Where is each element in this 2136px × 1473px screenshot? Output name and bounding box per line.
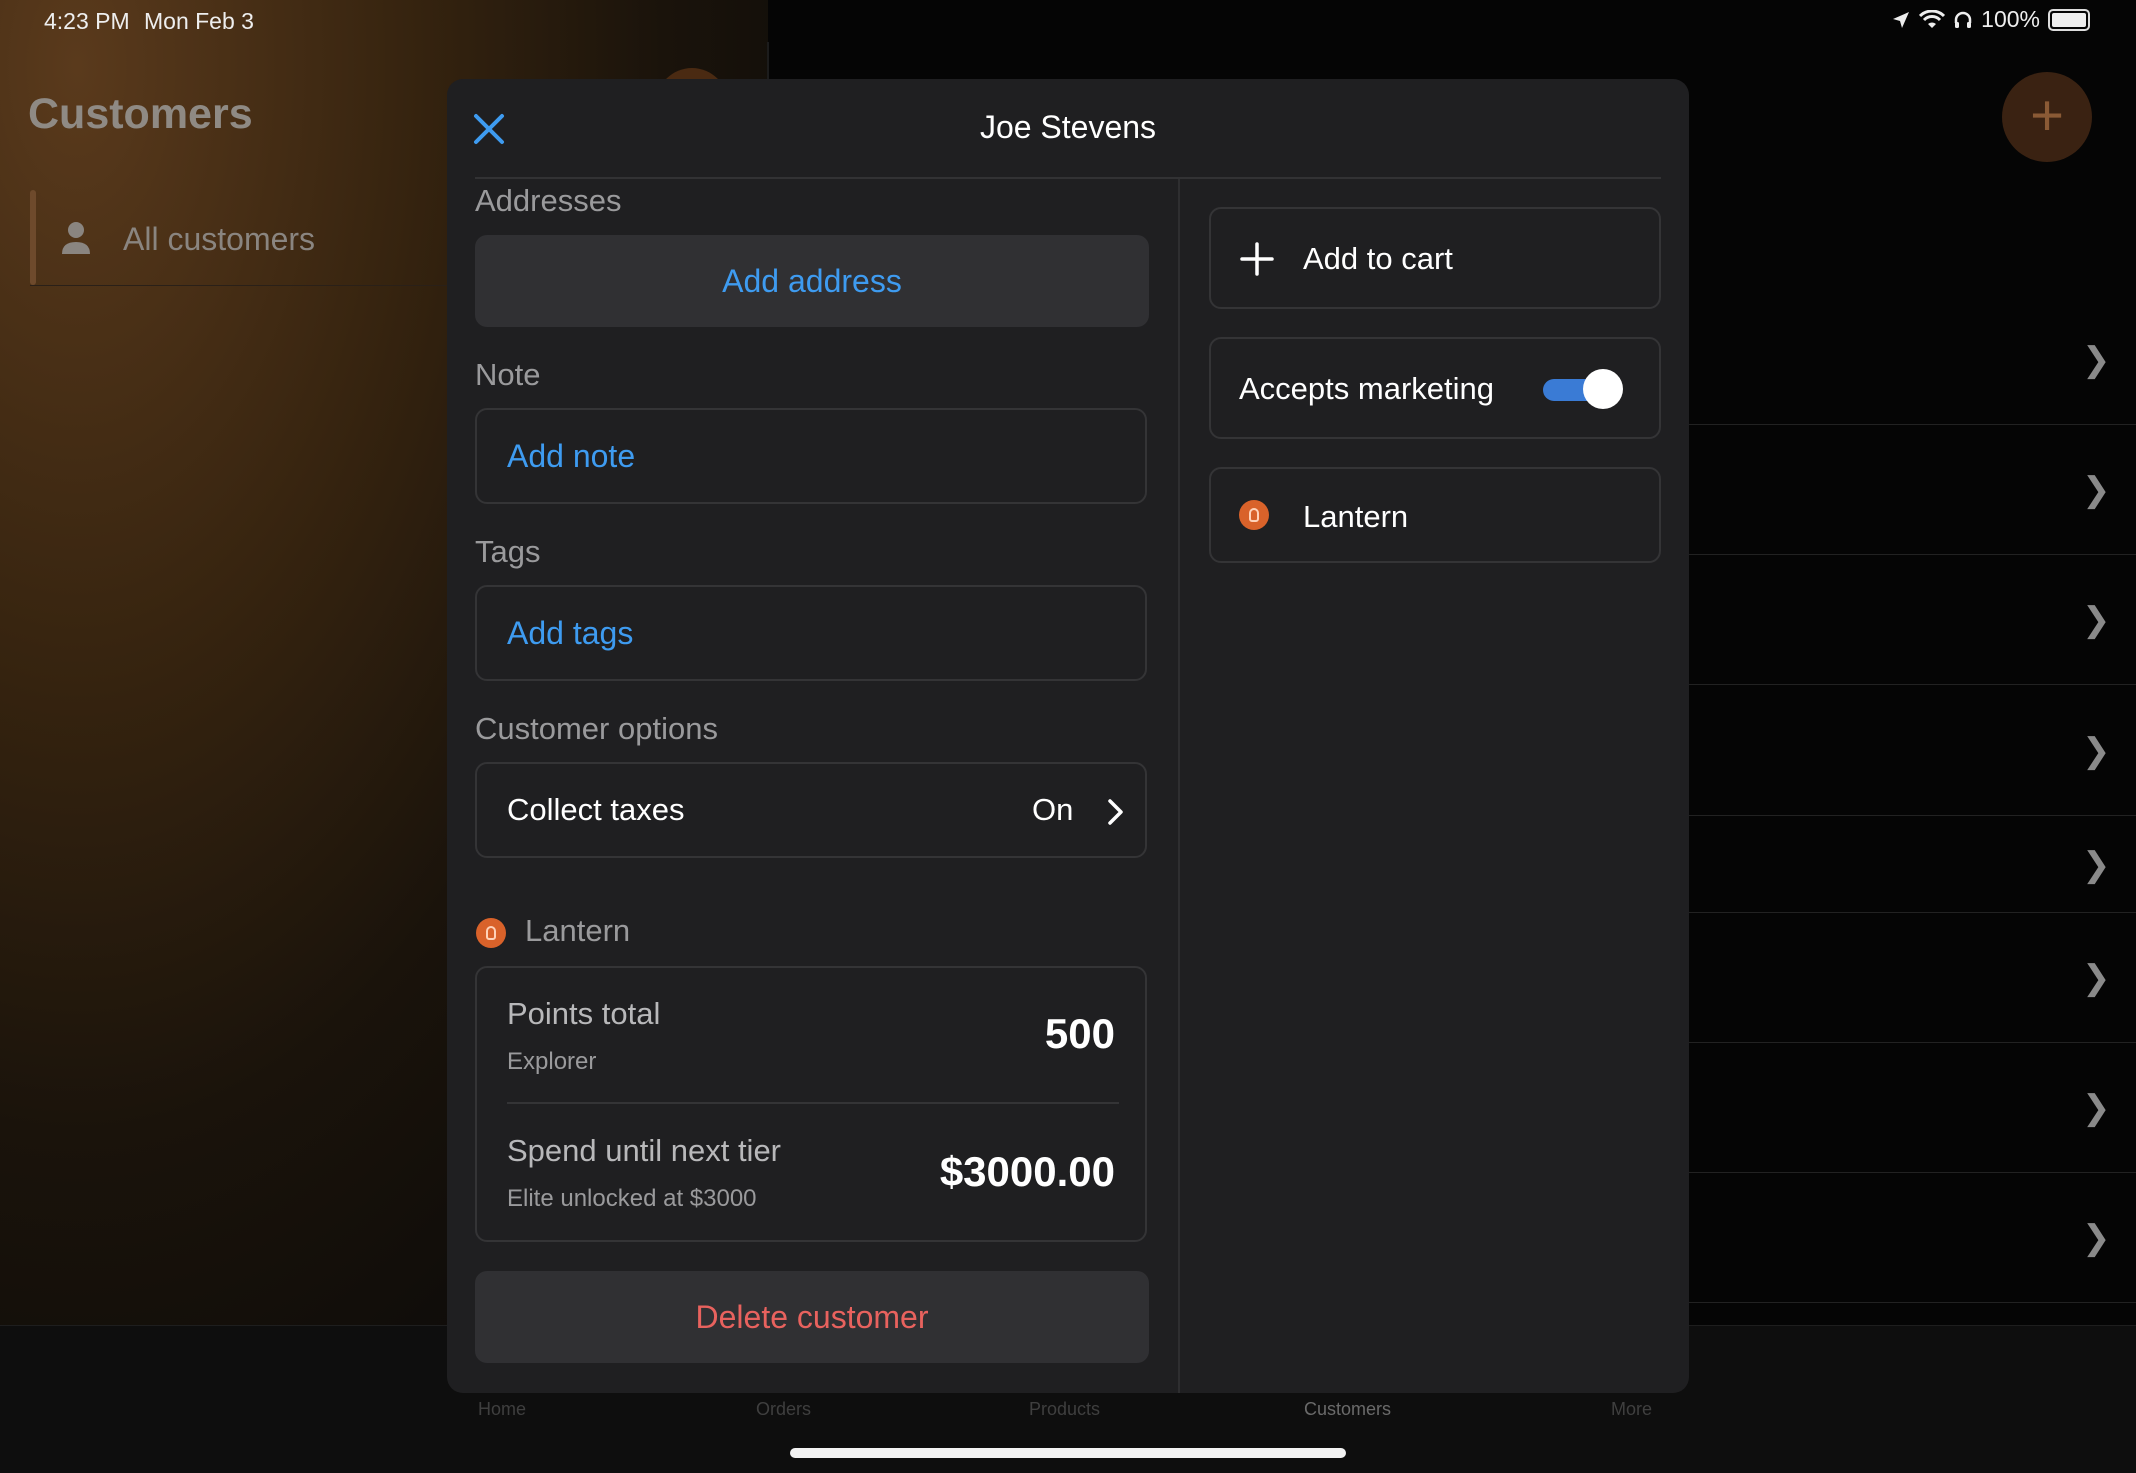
status-icons: 100% — [1891, 6, 2090, 33]
add-note-link[interactable]: Add note — [507, 438, 635, 475]
delete-customer-button[interactable]: Delete customer — [475, 1271, 1149, 1363]
add-tags-link[interactable]: Add tags — [507, 615, 633, 652]
collect-taxes-label: Collect taxes — [507, 792, 685, 827]
chevron-right-icon[interactable]: ❯ — [2082, 731, 2111, 771]
status-date: Mon Feb 3 — [144, 8, 254, 34]
customer-detail-modal: Joe Stevens Addresses Add address Note A… — [447, 79, 1689, 1393]
column-divider — [1178, 179, 1180, 1393]
next-tier-value: $3000.00 — [939, 1148, 1115, 1195]
header-divider — [475, 177, 1661, 179]
accepts-marketing-label: Accepts marketing — [1239, 371, 1494, 406]
row-divider — [1688, 684, 2136, 685]
lantern-app-label: Lantern — [1303, 499, 1409, 534]
sidebar-item-label: All customers — [123, 221, 316, 257]
tab-products[interactable]: Products — [1029, 1399, 1100, 1420]
headphones-icon — [1954, 11, 1972, 28]
chevron-right-icon[interactable]: ❯ — [2082, 958, 2111, 998]
chevron-right-icon — [1108, 799, 1123, 825]
battery-icon — [2048, 8, 2090, 31]
accepts-marketing-toggle[interactable] — [1543, 369, 1625, 409]
sidebar-item-all-customers[interactable]: All customers — [30, 190, 450, 285]
tab-home[interactable]: Home — [478, 1399, 526, 1420]
customer-options-label: Customer options — [475, 711, 718, 746]
chevron-right-icon[interactable]: ❯ — [2082, 600, 2111, 640]
wifi-icon — [1919, 9, 1946, 28]
add-to-cart-label: Add to cart — [1303, 241, 1453, 276]
add-to-cart-button[interactable]: Add to cart — [1209, 207, 1661, 309]
add-address-button[interactable]: Add address — [475, 235, 1149, 327]
points-total-value: 500 — [1044, 1010, 1115, 1057]
location-icon — [1893, 11, 1910, 28]
modal-title: Joe Stevens — [979, 109, 1157, 145]
selection-indicator — [30, 190, 36, 285]
next-tier-label: Spend until next tier — [507, 1133, 782, 1168]
row-divider — [1688, 554, 2136, 555]
tab-orders[interactable]: Orders — [756, 1399, 811, 1420]
page-title: Customers — [28, 90, 253, 138]
toggle-knob — [1583, 369, 1623, 409]
row-divider — [1688, 1172, 2136, 1173]
lantern-section-label: Lantern — [525, 913, 631, 948]
tab-more[interactable]: More — [1611, 1399, 1652, 1420]
row-divider — [1688, 424, 2136, 425]
row-divider — [1688, 1302, 2136, 1303]
tab-customers[interactable]: Customers — [1304, 1399, 1391, 1420]
home-indicator[interactable] — [790, 1448, 1346, 1458]
tags-card[interactable]: Add tags — [475, 585, 1147, 681]
chevron-right-icon[interactable]: ❯ — [2082, 470, 2111, 510]
status-time: 4:23 PM — [44, 8, 130, 34]
points-total-label: Points total — [507, 996, 661, 1031]
chevron-right-icon[interactable]: ❯ — [2082, 1218, 2111, 1258]
chevron-right-icon[interactable]: ❯ — [2082, 340, 2111, 380]
chevron-right-icon[interactable]: ❯ — [2082, 845, 2111, 885]
row-divider — [1688, 815, 2136, 816]
collect-taxes-value: On — [1032, 792, 1074, 827]
note-label: Note — [475, 357, 541, 392]
lantern-app-card[interactable]: Lantern — [1209, 467, 1661, 563]
row-divider — [1688, 912, 2136, 913]
add-customer-button[interactable]: + — [2002, 72, 2092, 162]
chevron-right-icon[interactable]: ❯ — [2082, 1088, 2111, 1128]
plus-icon — [1240, 242, 1274, 276]
lantern-icon — [1239, 500, 1269, 530]
loyalty-card: Points total Explorer 500 Spend until ne… — [475, 966, 1147, 1242]
accepts-marketing-row: Accepts marketing — [1209, 337, 1661, 439]
row-divider — [1688, 1042, 2136, 1043]
next-tier-sub: Elite unlocked at $3000 — [507, 1185, 757, 1212]
sidebar-divider — [30, 285, 450, 286]
points-tier: Explorer — [507, 1048, 597, 1075]
note-card[interactable]: Add note — [475, 408, 1147, 504]
lantern-icon — [476, 918, 506, 948]
person-icon — [62, 222, 90, 254]
battery-percent: 100% — [1981, 6, 2040, 32]
loyalty-divider — [507, 1102, 1119, 1104]
tags-label: Tags — [475, 534, 541, 569]
addresses-label: Addresses — [475, 183, 622, 218]
collect-taxes-row[interactable]: Collect taxes On — [475, 762, 1147, 858]
